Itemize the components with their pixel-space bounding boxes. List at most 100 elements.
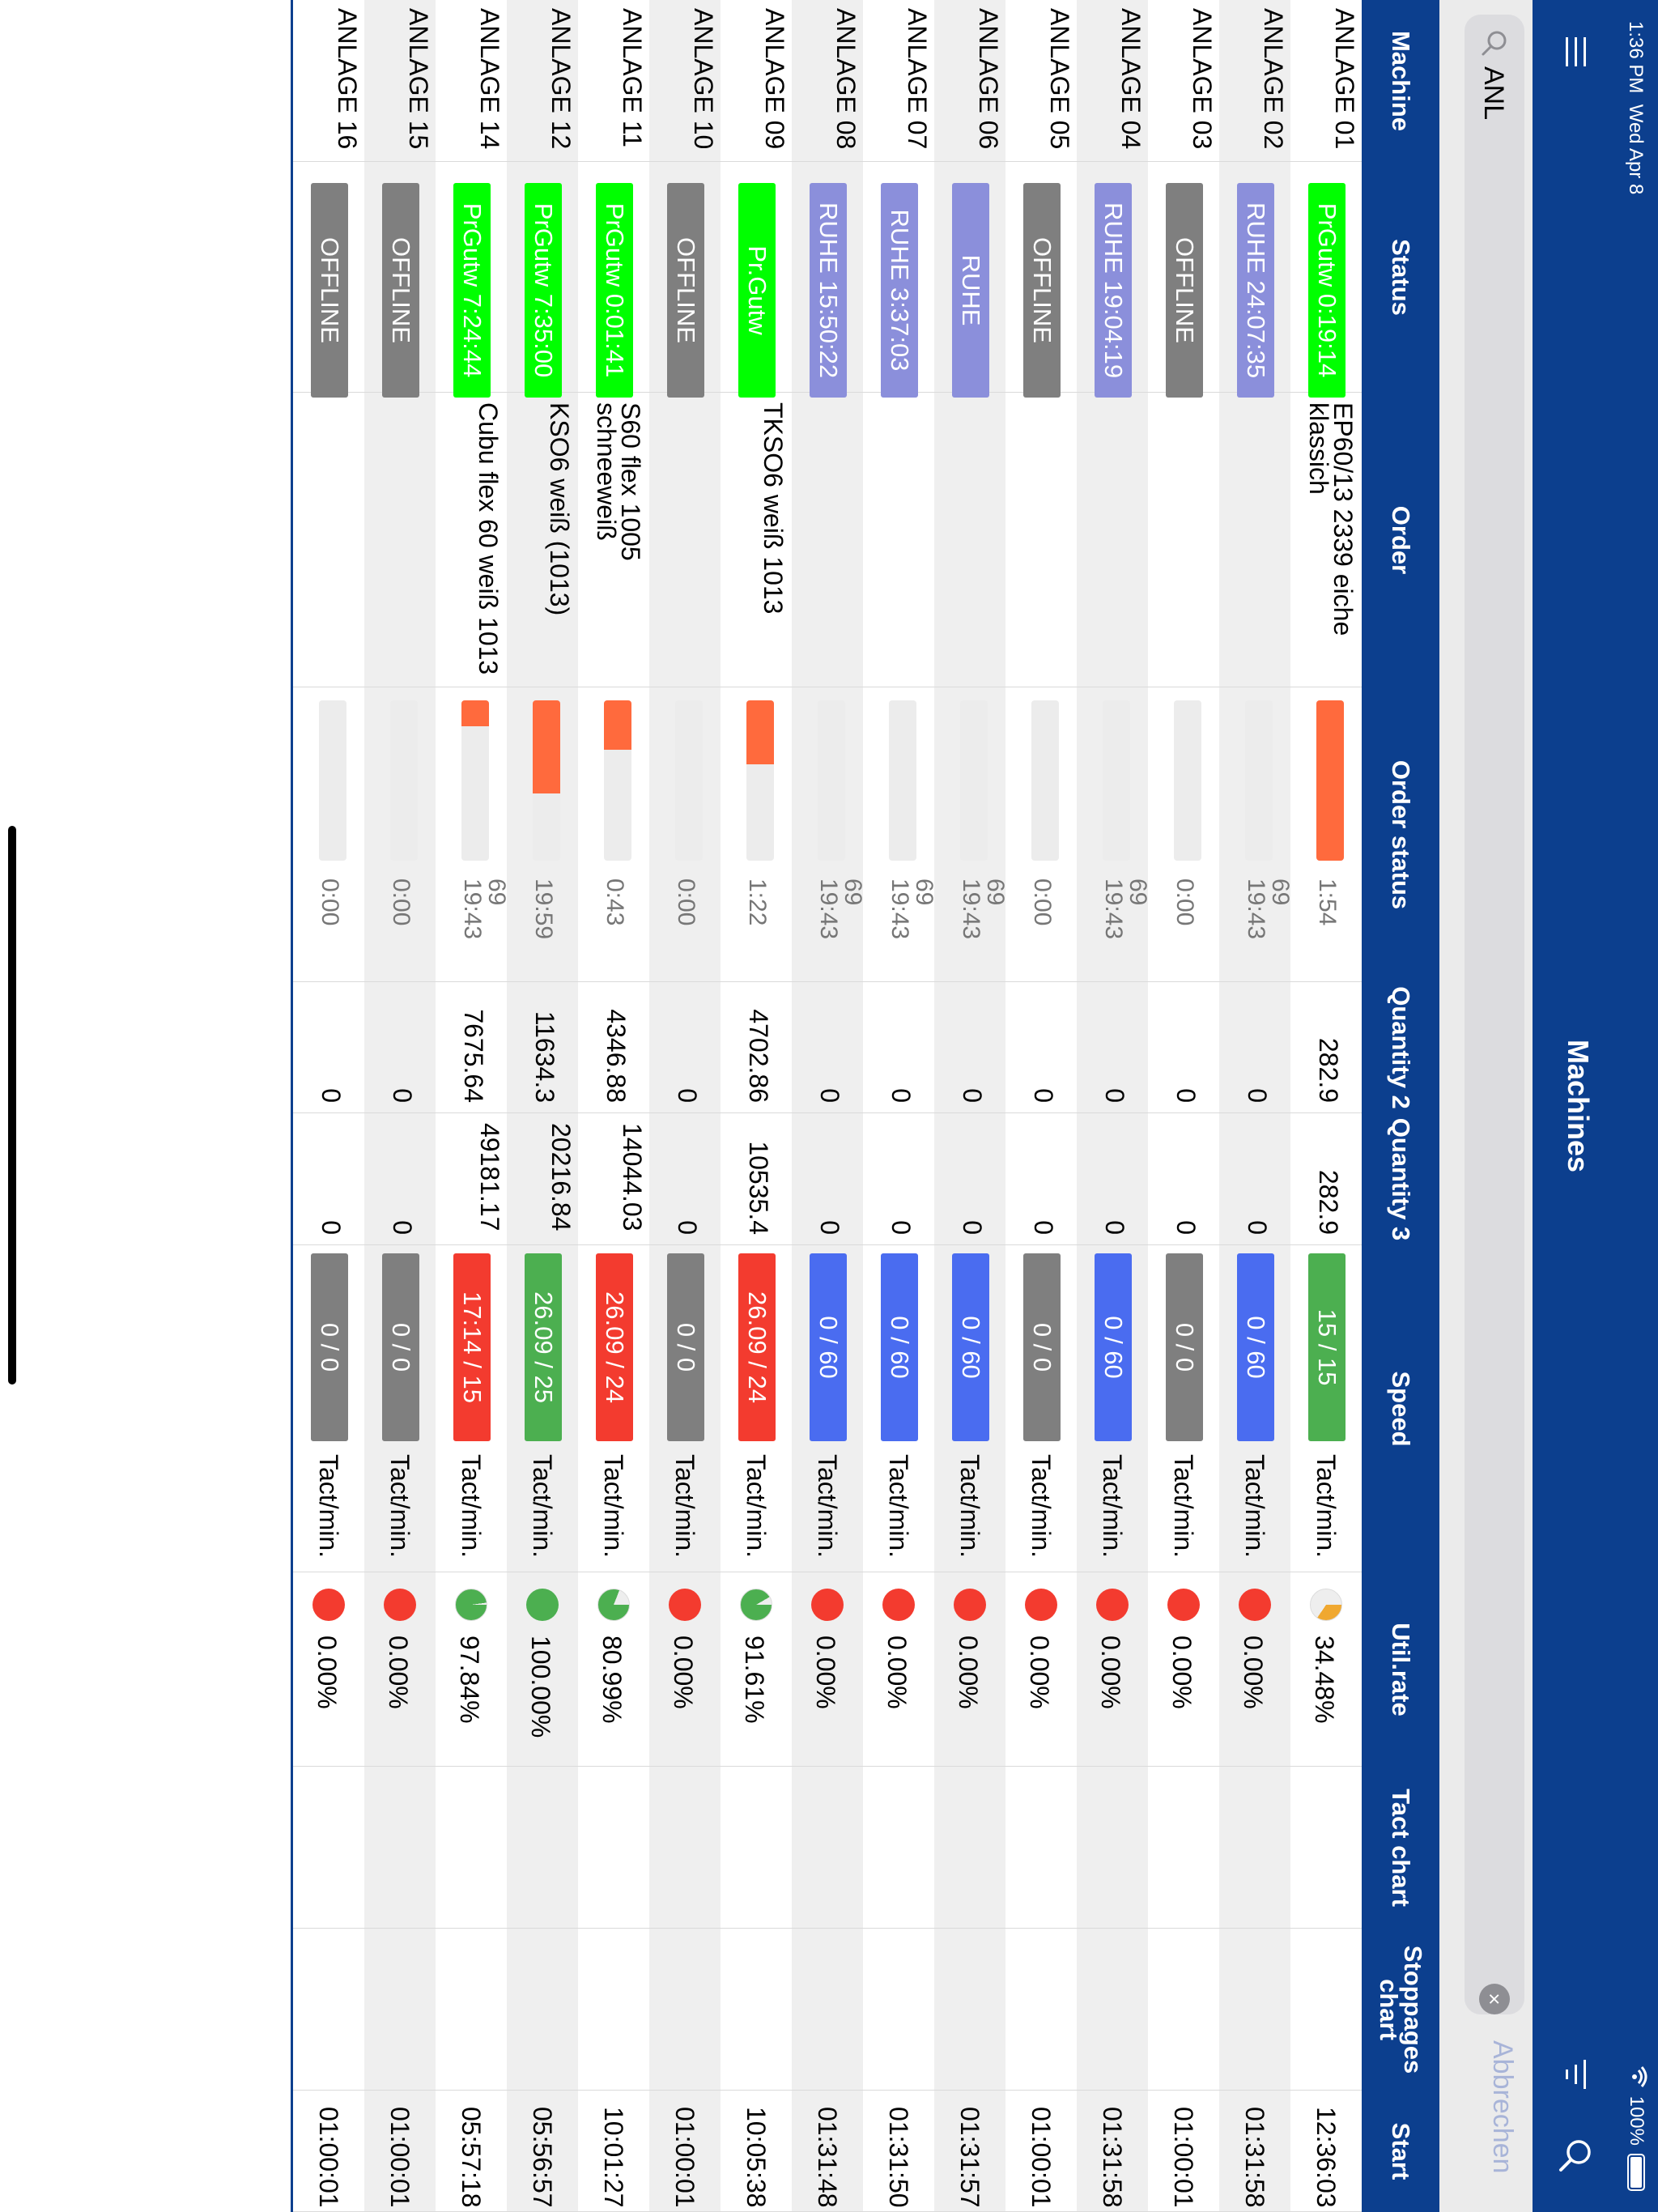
col-util-rate-header[interactable]: Util.rate (1362, 1572, 1439, 1767)
col-tact-chart-header[interactable]: Tact chart (1362, 1767, 1439, 1929)
stoppages-chart-cell (649, 1929, 721, 2091)
quantity-2-cell: 0 (934, 982, 1005, 1113)
quantity-2-cell: 0 (792, 982, 863, 1113)
start-time: 10:05:38 (742, 2107, 771, 2208)
start-time: 05:57:18 (457, 2107, 486, 2208)
clear-search-icon[interactable]: × (1479, 1984, 1510, 2014)
col-quantity-3-header[interactable]: Quantity 3 (1362, 1113, 1439, 1245)
col-speed-header[interactable]: Speed (1362, 1245, 1439, 1572)
order-cell (934, 393, 1005, 687)
table-row[interactable]: ANLAGE 02 RUHE 24:07:35 69 19:43 0 0 0 / 60 Ta… (1219, 0, 1294, 2212)
status-cell: OFFLINE (1005, 162, 1077, 398)
machine-name: ANLAGE 12 (546, 8, 576, 150)
quantity-3-value: 0 (317, 1220, 346, 1235)
order-status-text: 69 19:43 (1100, 878, 1151, 940)
home-indicator (8, 826, 16, 1385)
machine-cell: ANLAGE 07 (863, 0, 934, 162)
col-order-header[interactable]: Order (1362, 393, 1439, 687)
cancel-search-button[interactable]: Abbrechen (1486, 2040, 1518, 2173)
start-time: 01:31:58 (1098, 2107, 1127, 2208)
speed-unit: Tact/min. (670, 1454, 699, 1559)
order-status-text: 69 19:43 (886, 878, 937, 940)
order-text (1206, 393, 1219, 687)
util-rate-cell: 0.00% (1077, 1572, 1148, 1767)
table-row[interactable]: ANLAGE 04 RUHE 19:04:19 69 19:43 0 0 0 / 60 Ta… (1077, 0, 1151, 2212)
util-rate-pie-icon (882, 1589, 915, 1621)
util-rate-pie-icon (1239, 1589, 1271, 1621)
speed-unit: Tact/min. (1027, 1454, 1056, 1559)
search-field[interactable]: × (1465, 15, 1524, 2014)
order-status-cell: 0:00 (649, 687, 721, 982)
machine-cell: ANLAGE 02 (1219, 0, 1290, 162)
status-cell: RUHE 24:07:35 (1219, 162, 1290, 398)
stoppages-chart-cell (721, 1929, 792, 2091)
quantity-2-value: 0 (1171, 1088, 1201, 1103)
col-start-header[interactable]: Start (1362, 2091, 1439, 2212)
order-text (850, 393, 863, 687)
order-cell (649, 393, 721, 687)
machine-name: ANLAGE 16 (333, 8, 362, 150)
status-badge: PrGutw 0:01:41 (596, 183, 633, 398)
order-text: Cubu flex 60 weiß 1013 (474, 402, 503, 675)
util-rate-value: 0.00% (669, 1636, 698, 1709)
col-status-header[interactable]: Status (1362, 162, 1439, 393)
search-icon[interactable] (1551, 2131, 1600, 2180)
util-rate-pie-icon (811, 1589, 844, 1621)
table-row[interactable]: ANLAGE 10 OFFLINE 0:00 0 0 0 / 0 Tact/min. 0.00… (649, 0, 721, 2212)
stoppages-chart-cell (934, 1929, 1005, 2091)
filter-icon[interactable] (1551, 2050, 1600, 2099)
table-row[interactable]: ANLAGE 01 PrGutw 0:19:14 EP60/13 2339 eich… (1290, 0, 1362, 2212)
col-machine-header[interactable]: Machine (1362, 0, 1439, 162)
order-cell (1077, 393, 1148, 687)
search-glyph-icon (1477, 29, 1508, 57)
table-row[interactable]: ANLAGE 08 RUHE 15:50:22 69 19:43 0 0 0 / 60 Ta… (792, 0, 866, 2212)
order-cell (1219, 393, 1290, 687)
table-row[interactable]: ANLAGE 12 PrGutw 7:35:00 KSO6 weiß (1013) 1… (507, 0, 578, 2212)
ios-status-bar: 1:36 PM Wed Apr 8 100% (1618, 0, 1658, 2212)
col-quantity-2-header[interactable]: Quantity 2 (1362, 982, 1439, 1113)
table-row[interactable]: ANLAGE 15 OFFLINE 0:00 0 0 0 / 0 Tact/min. 0.00… (364, 0, 436, 2212)
stoppages-chart-cell (863, 1929, 934, 2091)
quantity-3-cell: 20216.84 (507, 1113, 578, 1245)
status-cell: PrGutw 0:01:41 (578, 162, 649, 398)
order-status-cell: 0:00 (1005, 687, 1077, 982)
quantity-2-value: 0 (1243, 1088, 1272, 1103)
order-status-cell: 0:00 (1148, 687, 1219, 982)
quantity-3-value: 0 (815, 1220, 844, 1235)
search-input[interactable] (1471, 65, 1516, 1946)
util-rate-pie-icon (526, 1589, 559, 1621)
order-progress-fill (533, 700, 560, 793)
util-rate-value: 0.00% (1025, 1636, 1054, 1709)
speed-unit: Tact/min. (599, 1454, 628, 1559)
table-row[interactable]: ANLAGE 07 RUHE 3:37:03 69 19:43 0 0 0 / 60 Tac… (863, 0, 937, 2212)
table-row[interactable]: ANLAGE 09 Pr.Gutw TKSO6 weiß 1013 1:22 4702.… (721, 0, 792, 2212)
table-row[interactable]: ANLAGE 14 PrGutw 7:24:44 Cubu flex 60 weiß… (436, 0, 510, 2212)
util-rate-value: 0.00% (811, 1636, 840, 1709)
tact-chart-cell (1005, 1767, 1077, 1929)
machine-cell: ANLAGE 03 (1148, 0, 1219, 162)
start-cell: 01:31:50 (863, 2091, 934, 2212)
table-row[interactable]: ANLAGE 11 PrGutw 0:01:41 S60 flex 1005 sch… (578, 0, 649, 2212)
quantity-2-cell: 282.9 (1290, 982, 1362, 1113)
table-row[interactable]: ANLAGE 16 OFFLINE 0:00 0 0 0 / 0 Tact/min. 0.00… (293, 0, 364, 2212)
table-row[interactable]: ANLAGE 06 RUHE 69 19:43 0 0 0 / 60 Tact/min. 0.… (934, 0, 1009, 2212)
quantity-3-value: 0 (1029, 1220, 1058, 1235)
col-order-status-header[interactable]: Order status (1362, 687, 1439, 982)
order-text (423, 393, 436, 687)
status-cell: PrGutw 0:19:14 (1290, 162, 1362, 398)
order-progress-bar (960, 700, 988, 861)
quantity-2-cell: 0 (1219, 982, 1290, 1113)
quantity-3-value: 49181.17 (475, 1123, 504, 1231)
order-cell (1005, 393, 1077, 687)
machine-name: ANLAGE 14 (475, 8, 504, 150)
machine-name: ANLAGE 01 (1330, 8, 1359, 150)
order-progress-fill (746, 700, 774, 765)
col-stoppages-chart-header[interactable]: Stoppages chart (1362, 1929, 1439, 2091)
table-row[interactable]: ANLAGE 03 OFFLINE 0:00 0 0 0 / 0 Tact/min. 0.00… (1148, 0, 1219, 2212)
table-row[interactable]: ANLAGE 05 OFFLINE 0:00 0 0 0 / 0 Tact/min. 0.00… (1005, 0, 1077, 2212)
speed-unit: Tact/min. (528, 1454, 557, 1559)
speed-unit: Tact/min. (813, 1454, 842, 1559)
util-rate-pie-icon (1310, 1589, 1342, 1621)
speed-badge: 0 / 60 (881, 1253, 918, 1441)
start-time: 01:00:01 (385, 2107, 414, 2208)
